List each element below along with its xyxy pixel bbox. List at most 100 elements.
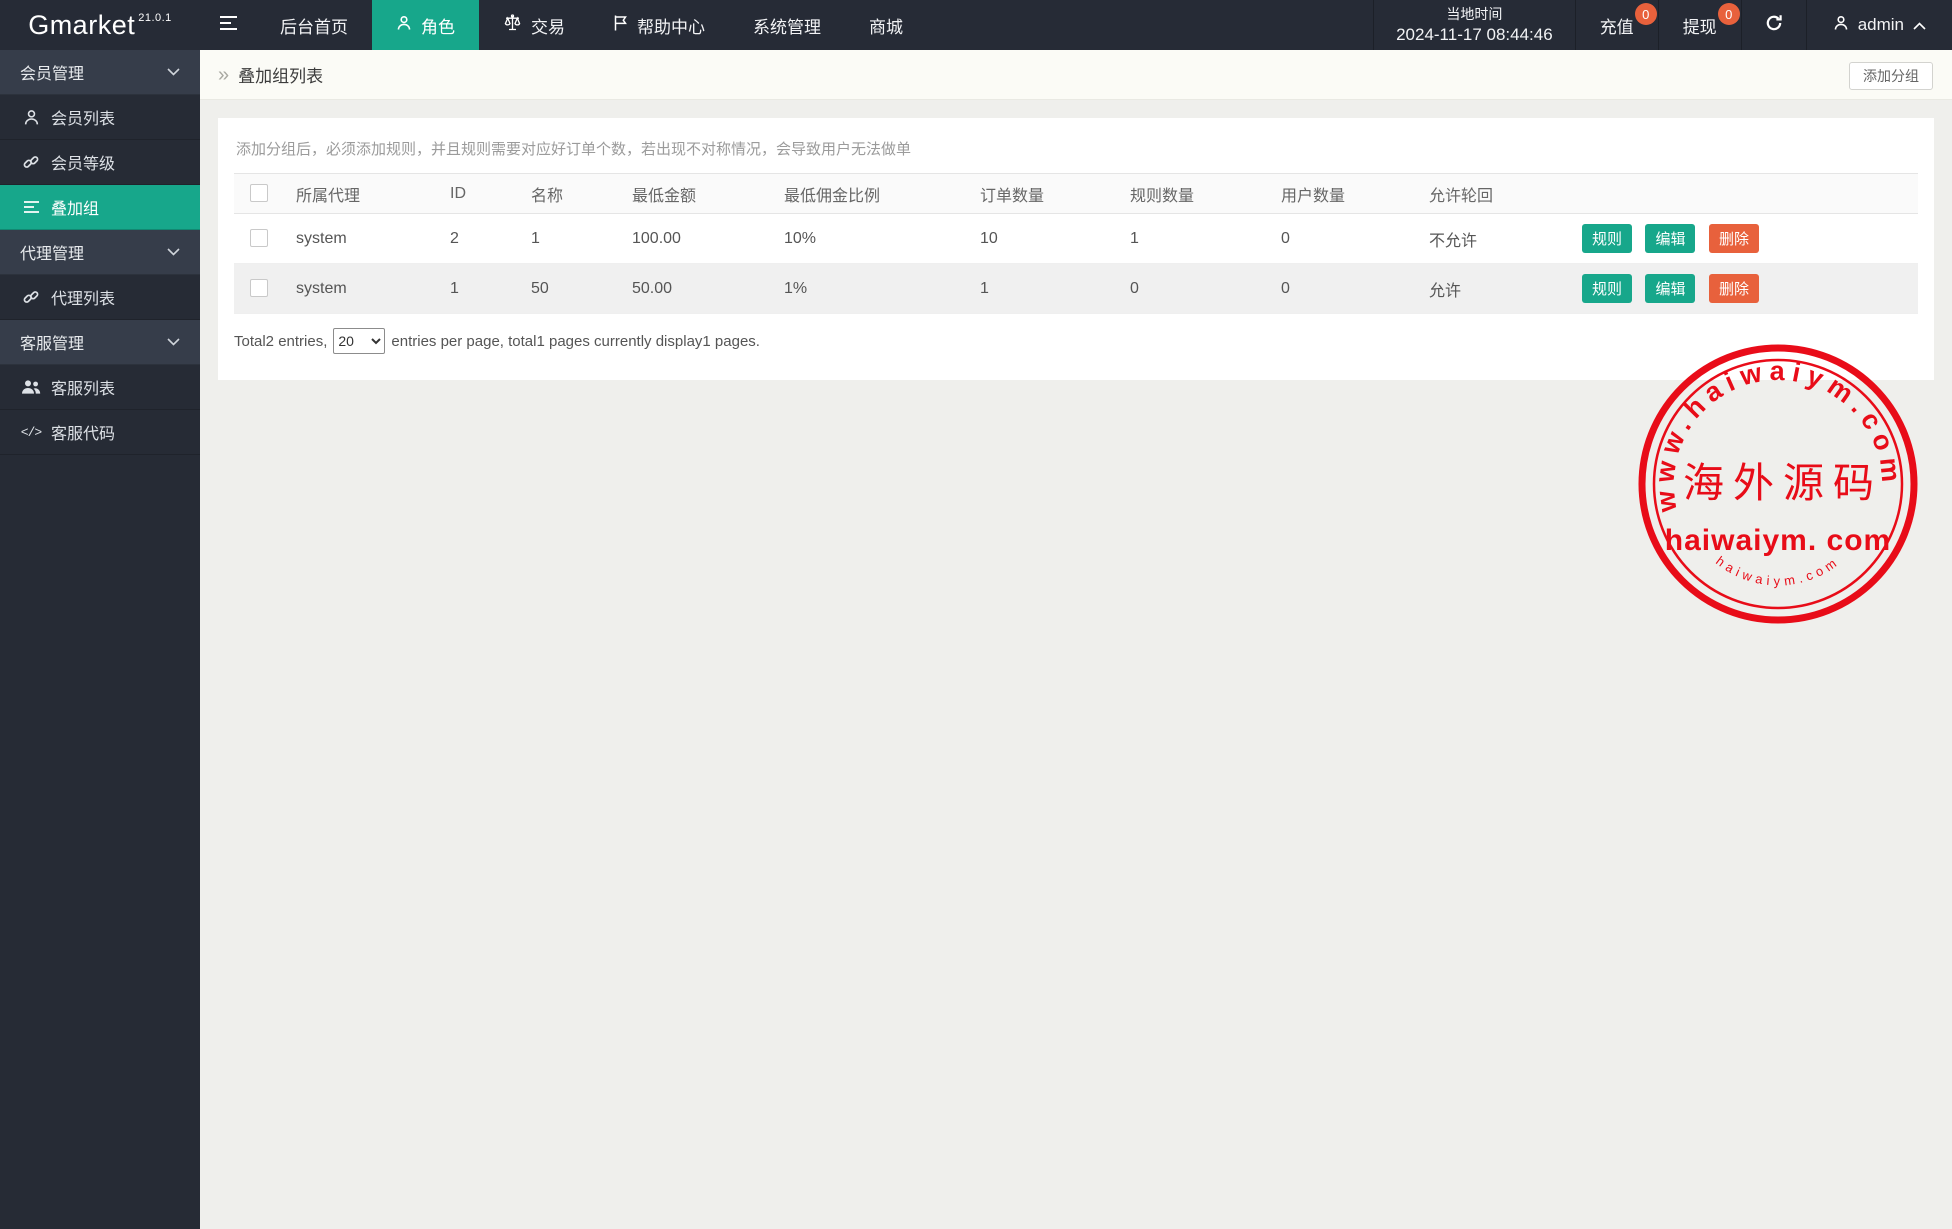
breadcrumb-bar: » 叠加组列表 添加分组 [200,50,1952,100]
recharge-button[interactable]: 充值 0 [1575,0,1658,50]
sidebar-item-agent-list[interactable]: 代理列表 [0,275,200,320]
nav-item-help-center[interactable]: 帮助中心 [589,0,729,50]
sidebar-group-support[interactable]: 客服管理 [0,320,200,365]
nav-item-system[interactable]: 系统管理 [729,0,845,50]
cell-min-amount: 100.00 [618,214,770,264]
add-group-button[interactable]: 添加分组 [1849,62,1933,90]
rule-button[interactable]: 规则 [1582,224,1632,253]
sidebar-group-members[interactable]: 会员管理 [0,50,200,95]
cell-users: 0 [1267,214,1415,264]
col-users: 用户数量 [1267,174,1415,214]
scales-icon [503,14,522,36]
top-navbar: Gmarket 21.0.1 后台首页 角色 交易 帮助中心 [0,0,1952,50]
cell-agent: system [282,214,436,264]
list-icon [20,200,42,214]
nav-item-roles[interactable]: 角色 [372,0,479,50]
cell-loop: 允许 [1415,264,1568,314]
local-time: 当地时间 2024-11-17 08:44:46 [1373,0,1575,50]
nav-item-dashboard[interactable]: 后台首页 [256,0,372,50]
sidebar-toggle-button[interactable] [200,0,256,50]
cell-users: 0 [1267,264,1415,314]
edit-button[interactable]: 编辑 [1645,224,1695,253]
main-content: 添加分组后，必须添加规则，并且规则需要对应好订单个数，若出现不对称情况，会导致用… [200,100,1952,1229]
edit-button[interactable]: 编辑 [1645,274,1695,303]
nav-item-trade[interactable]: 交易 [479,0,589,50]
sidebar-group-agents[interactable]: 代理管理 [0,230,200,275]
cell-rules: 1 [1116,214,1267,264]
cell-id: 2 [436,214,517,264]
sidebar-item-member-list[interactable]: 会员列表 [0,95,200,140]
link-icon [20,288,42,306]
pagination-summary: entries per page, total1 pages currently… [391,333,760,350]
main-nav: 后台首页 角色 交易 帮助中心 系统管理 商城 [256,0,927,50]
col-rules: 规则数量 [1116,174,1267,214]
time-value: 2024-11-17 08:44:46 [1396,24,1553,45]
chevron-down-icon [167,333,180,351]
col-loop: 允许轮回 [1415,174,1568,214]
sidebar-item-member-level[interactable]: 会员等级 [0,140,200,185]
time-label: 当地时间 [1396,5,1553,24]
chevron-down-icon [167,243,180,261]
person-icon [1833,15,1849,36]
app-name: Gmarket [28,10,135,41]
group-list-card: 添加分组后，必须添加规则，并且规则需要对应好订单个数，若出现不对称情况，会导致用… [218,118,1934,380]
refresh-icon [1764,13,1784,38]
cell-name: 1 [517,214,618,264]
breadcrumb-caret-icon: » [218,65,229,85]
username: admin [1858,15,1904,35]
col-actions [1568,174,1918,214]
page-size-select[interactable]: 20 [333,328,385,354]
pagination: Total2 entries, 20 entries per page, tot… [234,328,1918,354]
cell-id: 1 [436,264,517,314]
cell-min-commission: 1% [770,264,966,314]
person-icon [20,109,42,126]
cell-name: 50 [517,264,618,314]
cell-loop: 不允许 [1415,214,1568,264]
cell-min-amount: 50.00 [618,264,770,314]
table-row: system 1 50 50.00 1% 1 0 0 允许 规则 编辑 删除 [234,264,1918,314]
table-header-row: 所属代理 ID 名称 最低金额 最低佣金比例 订单数量 规则数量 用户数量 允许… [234,174,1918,214]
table-row: system 2 1 100.00 10% 10 1 0 不允许 规则 编辑 删… [234,214,1918,264]
col-orders: 订单数量 [966,174,1116,214]
col-name: 名称 [517,174,618,214]
sidebar-item-stack-group[interactable]: 叠加组 [0,185,200,230]
sidebar-item-support-code[interactable]: </> 客服代码 [0,410,200,455]
delete-button[interactable]: 删除 [1709,224,1759,253]
recharge-badge: 0 [1635,3,1657,25]
cell-orders: 1 [966,264,1116,314]
app-version: 21.0.1 [138,12,172,24]
col-agent: 所属代理 [282,174,436,214]
pagination-total: Total2 entries, [234,333,327,350]
users-icon [20,379,42,395]
cell-rules: 0 [1116,264,1267,314]
cell-agent: system [282,264,436,314]
cell-min-commission: 10% [770,214,966,264]
col-min-amount: 最低金额 [618,174,770,214]
withdraw-button[interactable]: 提现 0 [1658,0,1741,50]
row-checkbox[interactable] [250,229,268,247]
flag-icon [613,14,628,36]
link-icon [20,153,42,171]
col-min-commission: 最低佣金比例 [770,174,966,214]
sidebar: 会员管理 会员列表 会员等级 叠加组 代理管理 代理列表 客服管理 [0,50,200,1229]
sidebar-item-support-list[interactable]: 客服列表 [0,365,200,410]
code-icon: </> [20,425,42,440]
person-icon [396,15,412,36]
user-menu[interactable]: admin [1806,0,1952,50]
col-id: ID [436,174,517,214]
hamburger-icon [219,15,238,36]
refresh-button[interactable] [1741,0,1806,50]
withdraw-badge: 0 [1718,3,1740,25]
group-table: 所属代理 ID 名称 最低金额 最低佣金比例 订单数量 规则数量 用户数量 允许… [234,173,1918,314]
chevron-up-icon [1913,15,1926,35]
rule-button[interactable]: 规则 [1582,274,1632,303]
page-title: 叠加组列表 [238,62,323,87]
delete-button[interactable]: 删除 [1709,274,1759,303]
select-all-checkbox[interactable] [250,184,268,202]
navbar-right: 当地时间 2024-11-17 08:44:46 充值 0 提现 0 admin [1373,0,1952,50]
nav-item-mall[interactable]: 商城 [845,0,927,50]
app-logo: Gmarket 21.0.1 [0,0,200,50]
chevron-down-icon [167,63,180,81]
cell-orders: 10 [966,214,1116,264]
row-checkbox[interactable] [250,279,268,297]
